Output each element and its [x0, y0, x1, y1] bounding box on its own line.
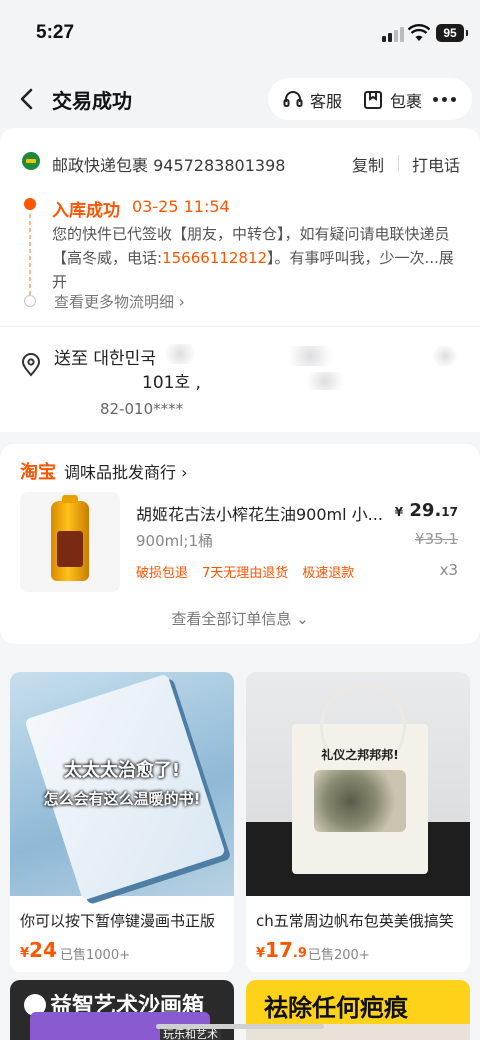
- copy-button[interactable]: 复制: [352, 152, 384, 176]
- address-line-1: 送至 대한민국: [54, 349, 156, 369]
- recommendation-price: ¥17.9: [256, 938, 307, 962]
- chevron-down-icon: ⌄: [296, 610, 309, 628]
- redaction-blur: [300, 372, 350, 390]
- signal-icon: [382, 26, 404, 42]
- sold-count: 已售1000+: [60, 948, 130, 963]
- page-title: 交易成功: [52, 89, 132, 113]
- image-caption: 祛除任何疤痕: [264, 994, 408, 1022]
- oil-bottle-image: [51, 495, 89, 581]
- recommendation-card[interactable]: 太太太治愈了! 怎么会有这么温暖的书! 你可以按下暂停键漫画书正版 ¥24 已售…: [10, 672, 234, 972]
- nav-header: 交易成功 客服 包裹: [0, 70, 480, 128]
- book-image: [24, 673, 226, 901]
- courier-phone[interactable]: 15666112812: [162, 249, 267, 267]
- battery-indicator: 95: [436, 24, 468, 42]
- status-bar: 5:27 95: [0, 0, 480, 70]
- bag-print-art: [314, 770, 406, 832]
- product-image: 礼仪之邦邦邦!: [246, 672, 470, 896]
- call-button[interactable]: 打电话: [412, 152, 460, 176]
- header-actions: 客服 包裹: [268, 78, 472, 120]
- shop-name-link[interactable]: 调味品批发商行 ›: [64, 459, 188, 483]
- tote-bag-image: 礼仪之邦邦邦!: [292, 684, 428, 874]
- divider: [398, 155, 399, 171]
- recommendation-title: 你可以按下暂停键漫画书正版: [20, 912, 216, 930]
- recommendation-price: ¥24: [20, 938, 57, 962]
- package-label: 包裹: [390, 92, 423, 111]
- customer-service-button[interactable]: 客服: [282, 88, 342, 112]
- redaction-blur: [430, 346, 460, 366]
- product-quantity: x3: [439, 561, 458, 579]
- headset-icon: [283, 91, 303, 107]
- image-caption: 太太太治愈了!: [63, 760, 181, 781]
- service-tag: 7天无理由退货: [202, 566, 289, 581]
- view-all-order-info[interactable]: 查看全部订单信息 ⌄: [0, 608, 480, 629]
- service-tag: 破损包退: [136, 566, 189, 581]
- home-indicator: [156, 1024, 324, 1029]
- timeline-dot: [24, 295, 36, 307]
- recommendation-title: ch五常周边帆布包英美俄搞笑: [256, 912, 454, 930]
- divider: [0, 326, 480, 327]
- logistics-card: 邮政快递包裹 9457283801398 复制 打电话 入库成功 03-25 1…: [0, 128, 480, 432]
- redaction-blur: [280, 346, 340, 366]
- back-icon[interactable]: [16, 86, 40, 112]
- ems-logo-icon: [22, 152, 40, 170]
- redaction-blur: [160, 344, 200, 364]
- order-card: 淘宝 调味品批发商行 › 胡姬花古法小榨花生油900ml 小... ¥ 29.1…: [0, 444, 480, 644]
- service-tag: 极速退款: [302, 566, 355, 581]
- product-image[interactable]: [20, 492, 120, 592]
- wifi-icon: [408, 24, 430, 41]
- image-caption: 怎么会有这么温暖的书!: [43, 790, 201, 808]
- logistics-status: 入库成功: [52, 201, 120, 221]
- timeline-active-dot: [24, 198, 36, 210]
- recommendation-card[interactable]: 祛除任何疤痕: [246, 980, 470, 1040]
- service-tags: 破损包退 7天无理由退货 极速退款: [136, 562, 354, 581]
- taobao-logo: 淘宝: [20, 462, 56, 483]
- clock: 5:27: [36, 22, 75, 43]
- product-price: ¥ 29.17: [394, 500, 458, 521]
- address-phone: 82-010****: [100, 400, 184, 418]
- customer-service-label: 客服: [310, 92, 343, 111]
- chevron-right-icon: ›: [178, 293, 185, 311]
- logistics-description[interactable]: 您的快件已代签收【朋友，中转仓】，如有疑问请电联快递员【高冬威，电话:15666…: [52, 222, 456, 294]
- recommendation-card[interactable]: 益智艺术沙画箱 玩乐和艺术: [10, 980, 234, 1040]
- more-logistics-link[interactable]: 查看更多物流明细 ›: [54, 291, 185, 312]
- recommendation-card[interactable]: 礼仪之邦邦邦! ch五常周边帆布包英美俄搞笑 ¥17.9 已售200+: [246, 672, 470, 972]
- location-pin-icon: [21, 353, 41, 377]
- sold-count: 已售200+: [308, 948, 370, 963]
- more-icon[interactable]: [433, 97, 456, 102]
- tracking-number: 邮政快递包裹 9457283801398: [52, 156, 286, 175]
- timeline-line: [29, 214, 31, 298]
- product-sku: 900ml;1桶: [136, 532, 214, 550]
- product-image: 太太太治愈了! 怎么会有这么温暖的书!: [10, 672, 234, 901]
- package-button[interactable]: 包裹: [362, 88, 422, 112]
- logistics-time: 03-25 11:54: [132, 197, 230, 216]
- package-icon: [364, 91, 382, 109]
- original-price: ¥35.1: [415, 530, 458, 548]
- address-line-2: 101호 ,: [142, 373, 201, 393]
- bag-print-text: 礼仪之邦邦邦!: [321, 748, 399, 762]
- chevron-right-icon: ›: [181, 463, 188, 482]
- product-name[interactable]: 胡姬花古法小榨花生油900ml 小...: [136, 501, 386, 525]
